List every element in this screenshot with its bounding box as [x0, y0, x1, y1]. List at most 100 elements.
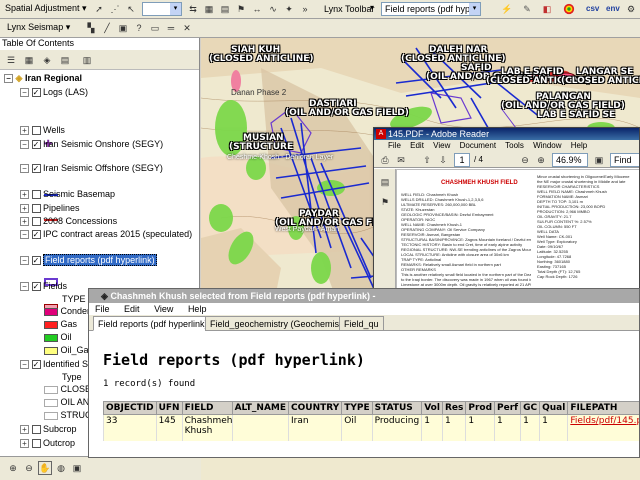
toc-layer-ipc-contract-areas[interactable]: − ✓ IPC contract areas 2015 (speculated) — [20, 229, 192, 241]
pdf-menu-tools[interactable]: Tools — [505, 141, 524, 150]
toc-root-iran-regional[interactable]: − ◈ Iran Regional — [4, 73, 82, 85]
column-header[interactable]: Prod — [465, 401, 496, 415]
toc-layer-seismic-basemap[interactable]: + Seismic Basemap — [20, 189, 115, 201]
column-header[interactable]: Perf — [494, 401, 522, 415]
lightning-icon[interactable]: ⚡ — [500, 2, 514, 16]
pdf-menu-file[interactable]: File — [388, 141, 401, 150]
attr-menu-edit[interactable]: Edit — [124, 304, 140, 314]
active-layer-select[interactable]: Field reports (pdf hyperlin ▾ — [381, 2, 481, 16]
select-features-icon[interactable]: ↖ — [124, 2, 138, 16]
toc-layer-pipelines[interactable]: + Pipelines — [20, 203, 80, 215]
column-header[interactable]: GC — [520, 401, 541, 415]
layer-checkbox[interactable]: ✓ — [31, 88, 41, 98]
spatial-adjustment-menu[interactable]: Spatial Adjustment ▾ — [2, 2, 88, 16]
filepath-link[interactable]: Fields/pdf/145.pdf — [567, 414, 639, 441]
attr-menu-file[interactable]: File — [95, 304, 110, 314]
toc-layer-field-reports[interactable]: − ✓ Field reports (pdf hyperlink) — [20, 254, 157, 267]
page-number-input[interactable]: 1 — [454, 153, 470, 167]
pdf-menu-document[interactable]: Document — [460, 141, 496, 150]
pages-panel-icon[interactable]: ▤ — [378, 175, 392, 189]
attr-menu-help[interactable]: Help — [188, 304, 207, 314]
column-header[interactable]: Qual — [539, 401, 569, 415]
grid-icon[interactable]: ▤ — [218, 2, 232, 16]
expand-icon[interactable]: + — [20, 204, 29, 214]
column-header[interactable]: Vol — [421, 401, 443, 415]
env-button[interactable]: env — [606, 4, 620, 13]
layer-checkbox[interactable]: ✓ — [31, 164, 41, 174]
column-header[interactable]: STATUS — [371, 401, 423, 415]
adjust-select[interactable]: ▾ — [142, 2, 182, 16]
collapse-icon[interactable]: − — [20, 230, 29, 240]
zoom-out-icon[interactable]: ⊖ — [22, 461, 36, 475]
toc-layer-2008-concessions[interactable]: + 2008 Concessions — [20, 216, 117, 228]
toc-layer-outcrop[interactable]: + Outcrop — [20, 438, 75, 450]
arrow-pointer-icon[interactable]: ➚ — [92, 2, 106, 16]
column-header[interactable]: UFN — [155, 401, 183, 415]
node-icon[interactable]: ✦ — [282, 2, 296, 16]
edit-vertex-icon[interactable]: ⋰ — [108, 2, 122, 16]
link-icon[interactable]: ⇆ — [186, 2, 200, 16]
lynx-toolbar-label[interactable]: Lynx Toolbar — [324, 4, 375, 14]
toc-layer-logs[interactable]: − ✓ Logs (LAS) — [20, 87, 88, 99]
column-header[interactable]: FILEPATH — [567, 401, 639, 415]
attr-window-title[interactable]: ◈ Chashmeh Khush selected from Field rep… — [89, 289, 639, 303]
list-by-source-icon[interactable]: ▦ — [22, 53, 36, 67]
collapse-icon[interactable]: − — [20, 256, 29, 266]
column-header[interactable]: OBJECTID — [103, 401, 157, 415]
csv-button[interactable]: csv — [586, 4, 599, 13]
collapse-icon[interactable]: − — [20, 88, 29, 98]
layer-checkbox[interactable] — [31, 126, 41, 136]
toc-layer-seismic-offshore[interactable]: − ✓ Iran Seismic Offshore (SEGY) — [20, 163, 163, 175]
zoom-out-page-icon[interactable]: ⊖ — [518, 153, 532, 167]
column-header[interactable]: TYPE — [341, 401, 373, 415]
expand-icon[interactable]: + — [20, 190, 29, 200]
ruler-icon[interactable]: ═ — [164, 21, 178, 35]
layer-checkbox[interactable] — [31, 190, 41, 200]
list-by-selection-icon[interactable]: ▤ — [58, 53, 72, 67]
toc-layer-seismic-onshore[interactable]: − ✓ Iran Seismic Onshore (SEGY) — [20, 139, 163, 151]
table-icon[interactable]: ▦ — [202, 2, 216, 16]
collapse-icon[interactable]: − — [4, 74, 13, 84]
bookmarks-panel-icon[interactable]: ⚑ — [378, 195, 392, 209]
flag-icon[interactable]: ⚑ — [234, 2, 248, 16]
list-by-drawing-order-icon[interactable]: ☰ — [4, 53, 18, 67]
toc-layer-identified-structures[interactable]: − ✓ Identified S — [20, 359, 88, 371]
layer-checkbox[interactable]: ✓ — [31, 140, 41, 150]
layer-checkbox[interactable]: ✓ — [31, 256, 41, 266]
lynx-toolbar-chevron-icon[interactable]: ▾ — [370, 3, 374, 12]
collapse-icon[interactable]: − — [20, 164, 29, 174]
arrows-icon[interactable]: ↔ — [250, 2, 264, 16]
expand-icon[interactable]: + — [20, 126, 29, 136]
pdf-window-title[interactable]: 145.PDF - Adobe Reader — [374, 128, 639, 140]
zoom-in-icon[interactable]: ⊕ — [6, 461, 20, 475]
close-toolbar-icon[interactable]: ✕ — [180, 21, 194, 35]
layer-checkbox[interactable]: ✓ — [31, 230, 41, 240]
line-tool-icon[interactable]: ╱ — [100, 21, 114, 35]
pdf-menu-help[interactable]: Help — [571, 141, 587, 150]
spline-icon[interactable]: ∿ — [266, 2, 280, 16]
more-tools-icon[interactable]: » — [298, 2, 312, 16]
zoom-in-page-icon[interactable]: ⊕ — [534, 153, 548, 167]
expand-icon[interactable]: + — [20, 425, 29, 435]
attr-menu-view[interactable]: View — [154, 304, 173, 314]
tab-field-reports[interactable]: Field reports (pdf hyperlink) — [93, 316, 213, 331]
pdf-menu-edit[interactable]: Edit — [410, 141, 424, 150]
pan-hand-icon[interactable]: ✋ — [38, 461, 52, 475]
layer-checkbox[interactable] — [31, 439, 41, 449]
expand-icon[interactable]: + — [20, 217, 29, 227]
layer-checkbox[interactable] — [31, 217, 41, 227]
options-icon[interactable]: ▥ — [80, 53, 94, 67]
pdf-find-input[interactable]: Find — [610, 153, 639, 167]
window-icon[interactable]: ▭ — [148, 21, 162, 35]
help-icon[interactable]: ? — [132, 21, 146, 35]
layer-checkbox[interactable]: ✓ — [31, 282, 41, 292]
collapse-icon[interactable]: − — [20, 282, 29, 292]
print-icon[interactable]: ⎙ — [378, 153, 392, 167]
tab-field-qu[interactable]: Field_qu — [339, 316, 384, 331]
layers-icon[interactable]: ◧ — [540, 2, 554, 16]
identify-results-window[interactable]: ◈ Chashmeh Khush selected from Field rep… — [88, 288, 640, 458]
lynx-seismap-menu[interactable]: Lynx Seismap ▾ — [4, 21, 84, 35]
globe-icon[interactable]: ◍ — [54, 461, 68, 475]
list-by-visibility-icon[interactable]: ◈ — [40, 53, 54, 67]
paint-icon[interactable]: ✎ — [520, 2, 534, 16]
